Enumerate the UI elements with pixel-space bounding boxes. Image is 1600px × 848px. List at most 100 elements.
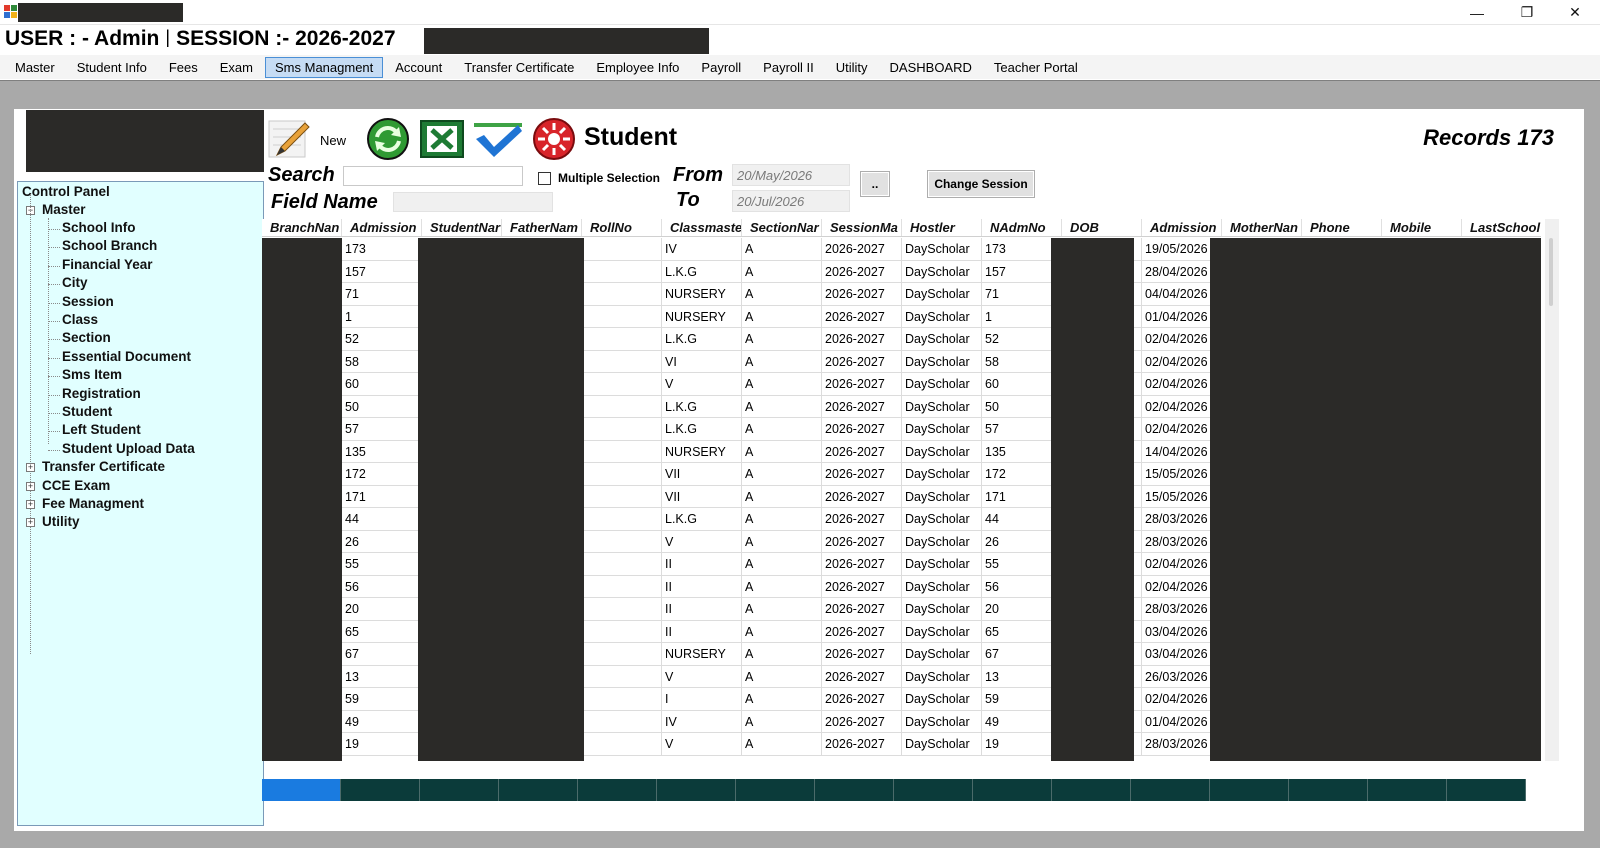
column-header-rollno[interactable]: RollNo xyxy=(582,219,662,236)
table-cell[interactable]: 2026-2027 xyxy=(822,575,902,597)
table-cell[interactable]: NURSERY xyxy=(662,283,742,305)
table-cell[interactable]: 2026-2027 xyxy=(822,553,902,575)
table-cell[interactable]: 59 xyxy=(342,688,422,710)
new-label[interactable]: New xyxy=(320,133,346,148)
field-name-input[interactable] xyxy=(393,192,553,212)
table-cell[interactable]: 71 xyxy=(342,283,422,305)
table-cell[interactable]: 52 xyxy=(342,328,422,350)
table-cell[interactable]: VI xyxy=(662,350,742,372)
table-cell[interactable]: DayScholar xyxy=(902,553,982,575)
table-cell[interactable] xyxy=(582,553,662,575)
tree-item-student[interactable]: Student xyxy=(62,404,112,419)
table-cell[interactable]: 2026-2027 xyxy=(822,418,902,440)
tree-item-transfer-certificate[interactable]: Transfer Certificate xyxy=(42,459,165,474)
table-cell[interactable]: A xyxy=(742,598,822,620)
column-header-fathernam[interactable]: FatherNam xyxy=(502,219,582,236)
table-cell[interactable]: DayScholar xyxy=(902,373,982,395)
table-cell[interactable]: DayScholar xyxy=(902,305,982,327)
menu-fees[interactable]: Fees xyxy=(159,57,208,78)
table-cell[interactable] xyxy=(582,530,662,552)
table-cell[interactable]: 2026-2027 xyxy=(822,485,902,507)
table-cell[interactable]: 50 xyxy=(982,395,1062,417)
column-header-mobile[interactable]: Mobile xyxy=(1382,219,1462,236)
tree-item-school-info[interactable]: School Info xyxy=(62,220,136,235)
table-cell[interactable]: 2026-2027 xyxy=(822,350,902,372)
table-cell[interactable]: A xyxy=(742,283,822,305)
table-cell[interactable]: A xyxy=(742,418,822,440)
table-cell[interactable]: 2026-2027 xyxy=(822,733,902,755)
table-cell[interactable]: DayScholar xyxy=(902,463,982,485)
table-cell[interactable]: 172 xyxy=(982,463,1062,485)
table-cell[interactable]: A xyxy=(742,373,822,395)
table-cell[interactable]: 2026-2027 xyxy=(822,283,902,305)
table-cell[interactable]: II xyxy=(662,598,742,620)
table-cell[interactable]: 55 xyxy=(982,553,1062,575)
menu-payroll[interactable]: Payroll xyxy=(691,57,751,78)
column-header-classmaste[interactable]: Classmaste xyxy=(662,219,742,236)
grid-vertical-scrollbar[interactable] xyxy=(1545,219,1559,761)
table-cell[interactable] xyxy=(582,733,662,755)
table-cell[interactable]: 2026-2027 xyxy=(822,373,902,395)
table-cell[interactable]: NURSERY xyxy=(662,643,742,665)
table-cell[interactable] xyxy=(582,485,662,507)
table-cell[interactable]: A xyxy=(742,485,822,507)
table-cell[interactable]: 19 xyxy=(342,733,422,755)
table-cell[interactable] xyxy=(582,620,662,642)
table-cell[interactable]: A xyxy=(742,305,822,327)
menu-teacher-portal[interactable]: Teacher Portal xyxy=(984,57,1088,78)
table-cell[interactable]: DayScholar xyxy=(902,643,982,665)
table-cell[interactable]: DayScholar xyxy=(902,620,982,642)
table-cell[interactable]: A xyxy=(742,530,822,552)
table-cell[interactable]: 2026-2027 xyxy=(822,665,902,687)
table-cell[interactable]: 26 xyxy=(982,530,1062,552)
table-cell[interactable]: 57 xyxy=(342,418,422,440)
tree-item-sms-item[interactable]: Sms Item xyxy=(62,367,122,382)
table-cell[interactable]: 2026-2027 xyxy=(822,688,902,710)
table-cell[interactable]: 44 xyxy=(982,508,1062,530)
table-cell[interactable] xyxy=(582,350,662,372)
column-header-admission[interactable]: Admission xyxy=(1142,219,1222,236)
table-cell[interactable] xyxy=(582,373,662,395)
table-cell[interactable]: 13 xyxy=(982,665,1062,687)
table-cell[interactable]: II xyxy=(662,553,742,575)
column-header-studentnar[interactable]: StudentNar xyxy=(422,219,502,236)
table-cell[interactable]: DayScholar xyxy=(902,328,982,350)
table-cell[interactable]: 57 xyxy=(982,418,1062,440)
table-cell[interactable]: 135 xyxy=(342,440,422,462)
tree-item-city[interactable]: City xyxy=(62,275,88,290)
table-cell[interactable]: 172 xyxy=(342,463,422,485)
table-cell[interactable]: 157 xyxy=(982,260,1062,282)
menu-student-info[interactable]: Student Info xyxy=(67,57,157,78)
table-cell[interactable]: 157 xyxy=(342,260,422,282)
multiple-selection-checkbox[interactable] xyxy=(538,172,551,185)
table-cell[interactable]: DayScholar xyxy=(902,508,982,530)
table-cell[interactable]: DayScholar xyxy=(902,418,982,440)
table-cell[interactable]: IV xyxy=(662,238,742,260)
table-cell[interactable]: A xyxy=(742,620,822,642)
table-cell[interactable]: VII xyxy=(662,485,742,507)
column-header-dob[interactable]: DOB xyxy=(1062,219,1142,236)
table-cell[interactable]: 2026-2027 xyxy=(822,643,902,665)
tree-expander-utility[interactable]: + xyxy=(26,518,35,528)
menu-exam[interactable]: Exam xyxy=(210,57,263,78)
table-cell[interactable]: 49 xyxy=(342,710,422,732)
table-cell[interactable]: 2026-2027 xyxy=(822,260,902,282)
column-header-sessionma[interactable]: SessionMa xyxy=(822,219,902,236)
column-header-lastschool[interactable]: LastSchool xyxy=(1462,219,1541,236)
menu-utility[interactable]: Utility xyxy=(826,57,878,78)
table-cell[interactable]: A xyxy=(742,440,822,462)
table-cell[interactable]: 44 xyxy=(342,508,422,530)
table-cell[interactable]: V xyxy=(662,530,742,552)
table-cell[interactable]: A xyxy=(742,508,822,530)
table-cell[interactable]: V xyxy=(662,665,742,687)
table-cell[interactable]: 20 xyxy=(982,598,1062,620)
tree-expander-transfer-certificate[interactable]: + xyxy=(26,463,35,473)
table-cell[interactable] xyxy=(582,283,662,305)
minimize-button[interactable]: — xyxy=(1452,0,1502,25)
table-cell[interactable]: 135 xyxy=(982,440,1062,462)
column-header-branchnan[interactable]: BranchNan xyxy=(262,219,342,236)
column-header-phone[interactable]: Phone xyxy=(1302,219,1382,236)
table-cell[interactable]: 2026-2027 xyxy=(822,620,902,642)
tree-item-school-branch[interactable]: School Branch xyxy=(62,238,157,253)
table-cell[interactable]: 67 xyxy=(342,643,422,665)
